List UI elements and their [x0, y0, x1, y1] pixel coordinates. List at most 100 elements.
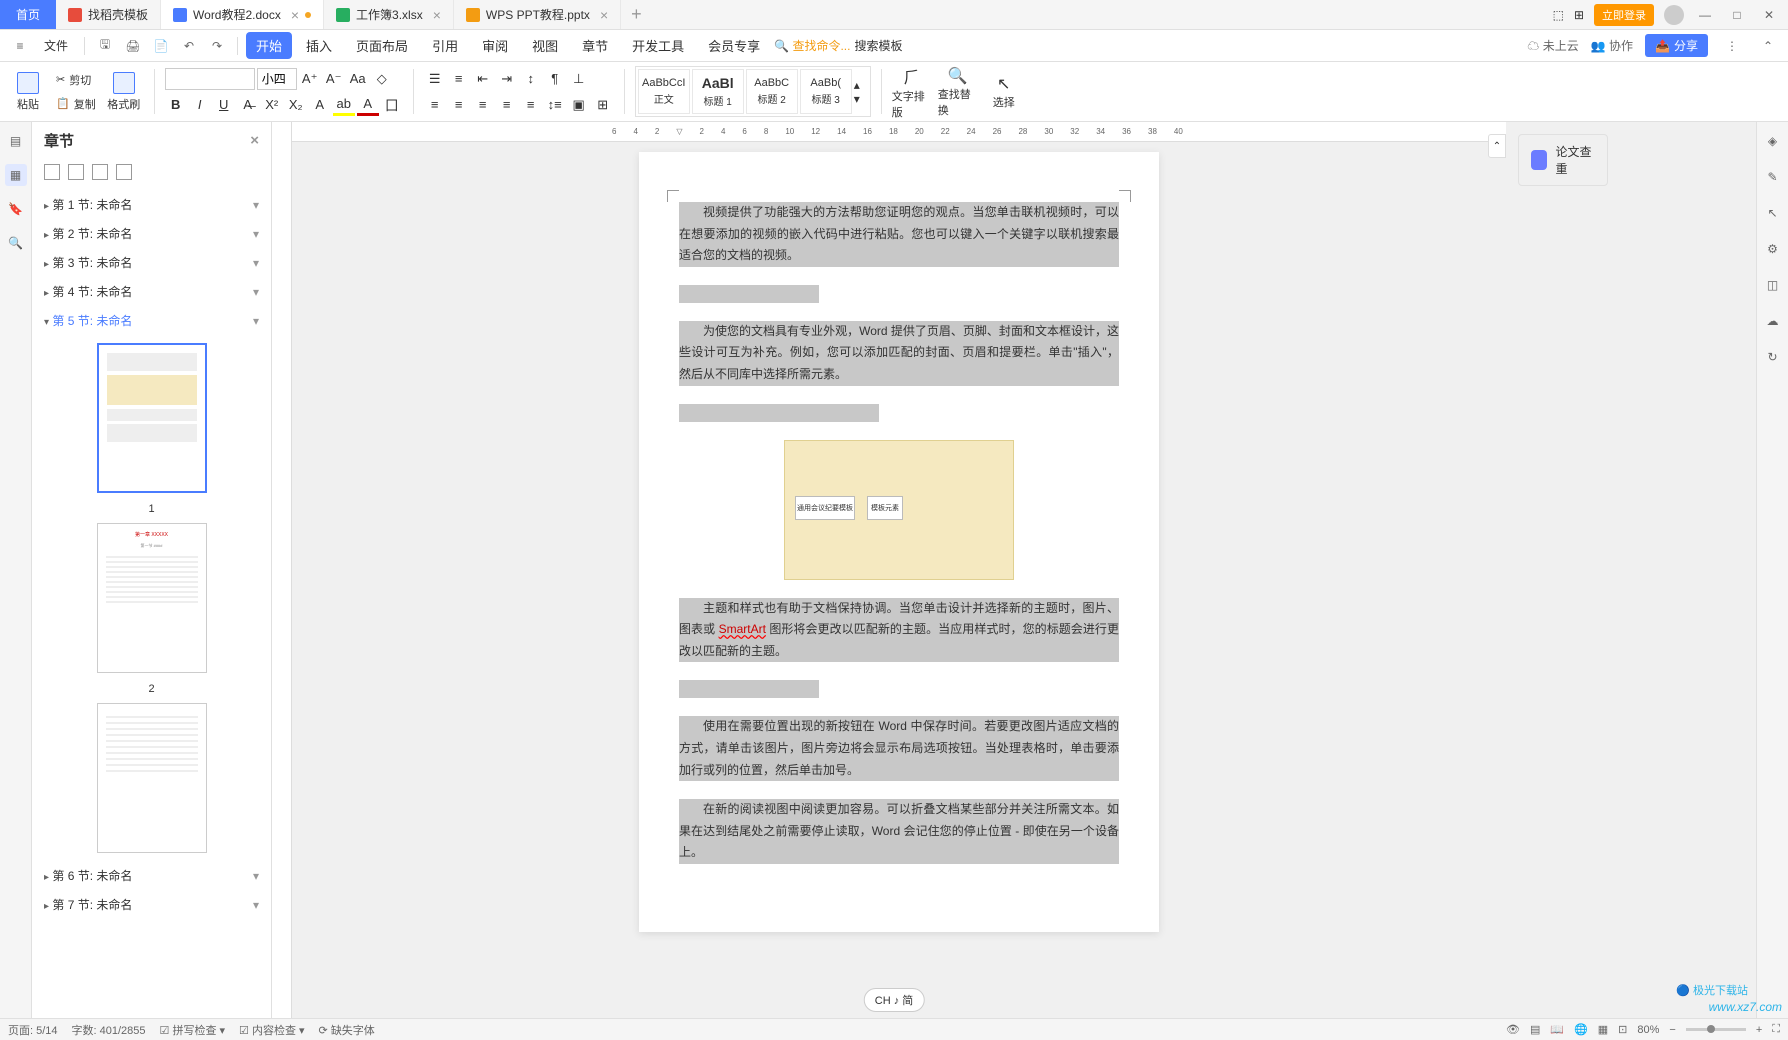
horizontal-ruler[interactable]: 6 4 2 ▽ 2 4 6 8 10 12 14 16 18 20 22 24 …: [292, 122, 1506, 142]
more-icon[interactable]: ⋮: [1720, 34, 1744, 58]
menu-view[interactable]: 视图: [522, 32, 568, 59]
vertical-ruler[interactable]: [272, 122, 292, 1018]
align-distribute-icon[interactable]: ≡: [520, 94, 542, 116]
view-web-icon[interactable]: 🌐: [1574, 1023, 1588, 1036]
view-mode-icon[interactable]: 👁: [1506, 1023, 1520, 1036]
editor-scroll[interactable]: 6 4 2 ▽ 2 4 6 8 10 12 14 16 18 20 22 24 …: [292, 122, 1506, 1018]
menu-insert[interactable]: 插入: [296, 32, 342, 59]
paragraph-1[interactable]: 视频提供了功能强大的方法帮助您证明您的观点。当您单击联机视频时，可以在想要添加的…: [679, 202, 1119, 267]
font-effect-button[interactable]: A: [309, 94, 331, 116]
increase-indent-icon[interactable]: ⇥: [496, 68, 518, 90]
section-tool-3[interactable]: [92, 164, 108, 180]
style-heading2[interactable]: AaBbC 标题 2: [746, 69, 798, 114]
align-left-icon[interactable]: ≡: [424, 94, 446, 116]
fullscreen-icon[interactable]: ⛶: [1772, 1023, 1780, 1036]
paragraph-2[interactable]: 为使您的文档具有专业外观，Word 提供了页眉、页脚、封面和文本框设计，这些设计…: [679, 321, 1119, 386]
menu-reference[interactable]: 引用: [422, 32, 468, 59]
align-right-icon[interactable]: ≡: [472, 94, 494, 116]
clear-format-icon[interactable]: ◇: [371, 68, 393, 90]
history-pane-icon[interactable]: ↻: [1762, 346, 1784, 368]
underline-button[interactable]: U: [213, 94, 235, 116]
page-thumb-2[interactable]: 第一章 XXXXX 第一节 ####: [97, 523, 207, 673]
tab-word-doc[interactable]: Word教程2.docx ×: [161, 0, 324, 29]
login-button[interactable]: 立即登录: [1594, 4, 1654, 26]
tab-close-icon[interactable]: ×: [433, 7, 441, 23]
line-spacing-icon[interactable]: ↕≡: [544, 94, 566, 116]
change-case-icon[interactable]: Aa: [347, 68, 369, 90]
coop-button[interactable]: 👥 协作: [1591, 37, 1633, 54]
undo-icon[interactable]: ↶: [177, 34, 201, 58]
find-replace-button[interactable]: 🔍 查找替换: [938, 67, 978, 117]
section-item-7[interactable]: ▸ 第 7 节: 未命名▾: [40, 890, 263, 919]
menu-member[interactable]: 会员专享: [698, 32, 770, 59]
sort-icon[interactable]: ↕: [520, 68, 542, 90]
style-heading3[interactable]: AaBb( 标题 3: [800, 69, 852, 114]
zoom-out-button[interactable]: −: [1669, 1024, 1675, 1036]
highlight-button[interactable]: ab: [333, 94, 355, 116]
document-page[interactable]: 视频提供了功能强大的方法帮助您证明您的观点。当您单击联机视频时，可以在想要添加的…: [639, 152, 1159, 932]
search-template[interactable]: 搜索模板: [854, 37, 902, 54]
content-check-toggle[interactable]: ☑ 内容检查 ▾: [239, 1022, 305, 1038]
superscript-button[interactable]: X²: [261, 94, 283, 116]
decrease-font-icon[interactable]: A⁻: [323, 68, 345, 90]
cloud-status[interactable]: ☁ 未上云: [1527, 37, 1578, 54]
align-center-icon[interactable]: ≡: [448, 94, 470, 116]
outline-icon[interactable]: ▤: [5, 130, 27, 152]
paste-button[interactable]: 粘贴: [8, 67, 48, 117]
close-button[interactable]: ✕: [1758, 4, 1780, 26]
print-preview-icon[interactable]: 📄: [149, 34, 173, 58]
print-icon[interactable]: 🖨: [121, 34, 145, 58]
subscript-button[interactable]: X₂: [285, 94, 307, 116]
shading-icon[interactable]: ▣: [568, 94, 590, 116]
page-thumb-3[interactable]: [97, 703, 207, 853]
border-icon[interactable]: ⊞: [592, 94, 614, 116]
share-button[interactable]: 📤 分享: [1645, 34, 1708, 57]
tabs-icon[interactable]: ⊥: [568, 68, 590, 90]
tab-excel-doc[interactable]: 工作簿3.xlsx ×: [324, 0, 454, 29]
edit-pane-icon[interactable]: ✎: [1762, 166, 1784, 188]
menu-start[interactable]: 开始: [246, 32, 292, 59]
tab-close-icon[interactable]: ×: [600, 7, 608, 23]
collapse-panel-icon[interactable]: ⌃: [1488, 134, 1506, 158]
search-nav-icon[interactable]: 🔍: [5, 232, 27, 254]
section-item-6[interactable]: ▸ 第 6 节: 未命名▾: [40, 861, 263, 890]
bookmark-icon[interactable]: 🔖: [5, 198, 27, 220]
bold-button[interactable]: B: [165, 94, 187, 116]
italic-button[interactable]: I: [189, 94, 211, 116]
char-border-button[interactable]: 囗: [381, 94, 403, 116]
zoom-level[interactable]: 80%: [1637, 1024, 1659, 1036]
tab-home[interactable]: 首页: [0, 0, 56, 29]
select-button[interactable]: ↖ 选择: [984, 67, 1024, 117]
chevron-up-icon[interactable]: ▴: [854, 78, 868, 92]
search-command[interactable]: 🔍 查找命令...: [774, 37, 850, 54]
increase-font-icon[interactable]: A⁺: [299, 68, 321, 90]
copy-button[interactable]: 📋 复制: [52, 94, 100, 114]
section-tool-1[interactable]: [44, 164, 60, 180]
chevron-down-icon[interactable]: ▾: [854, 92, 868, 106]
style-scroll[interactable]: ▴ ▾: [854, 69, 868, 114]
section-nav-icon[interactable]: ▦: [5, 164, 27, 186]
select-pane-icon[interactable]: ↖: [1762, 202, 1784, 224]
text-layout-button[interactable]: ⺁ 文字排版: [892, 67, 932, 117]
cloud-pane-icon[interactable]: ☁: [1762, 310, 1784, 332]
view-read-icon[interactable]: 📖: [1550, 1023, 1564, 1036]
page-thumb-1[interactable]: [97, 343, 207, 493]
avatar-icon[interactable]: [1664, 5, 1684, 25]
language-indicator[interactable]: CH ♪ 简: [864, 988, 925, 1012]
menu-review[interactable]: 审阅: [472, 32, 518, 59]
paragraph-4[interactable]: 使用在需要位置出现的新按钮在 Word 中保存时间。若要更改图片适应文档的方式，…: [679, 716, 1119, 781]
collapse-ribbon-icon[interactable]: ⌃: [1756, 34, 1780, 58]
diagram-image[interactable]: 通用会议纪要模板 模板元素: [784, 440, 1014, 580]
settings-pane-icon[interactable]: ⚙: [1762, 238, 1784, 260]
section-item-4[interactable]: ▸ 第 4 节: 未命名▾: [40, 277, 263, 306]
format-painter-button[interactable]: 格式刷: [104, 67, 144, 117]
tab-template[interactable]: 找稻壳模板: [56, 0, 161, 29]
apps-icon[interactable]: ⊞: [1574, 8, 1584, 22]
tab-ppt-doc[interactable]: WPS PPT教程.pptx ×: [454, 0, 621, 29]
save-icon[interactable]: 🖫: [93, 34, 117, 58]
essay-check-button[interactable]: 论文查重: [1518, 134, 1608, 186]
view-outline-icon[interactable]: ▦: [1598, 1023, 1608, 1036]
tab-close-icon[interactable]: ×: [291, 7, 299, 23]
minimize-button[interactable]: —: [1694, 4, 1716, 26]
bullet-list-icon[interactable]: ☰: [424, 68, 446, 90]
